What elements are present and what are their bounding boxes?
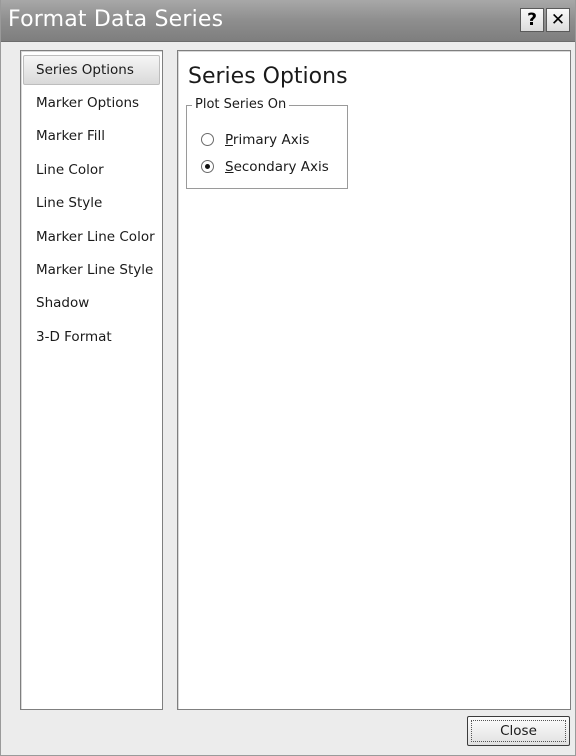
primary-axis-label[interactable]: Primary Axis xyxy=(225,130,309,150)
sidebar-item-line-color[interactable]: Line Color xyxy=(23,155,160,185)
close-button[interactable]: Close xyxy=(467,716,570,746)
sidebar-item-marker-line-style[interactable]: Marker Line Style xyxy=(23,255,160,285)
format-data-series-dialog: Format Data Series ? ✕ Series Options Ma… xyxy=(0,0,576,756)
sidebar-item-series-options[interactable]: Series Options xyxy=(23,55,160,85)
options-panel: Series Options Plot Series On Primary Ax… xyxy=(177,50,571,710)
secondary-axis-radio[interactable] xyxy=(201,160,214,173)
close-window-button[interactable]: ✕ xyxy=(546,8,570,32)
sidebar-item-marker-fill[interactable]: Marker Fill xyxy=(23,121,160,151)
group-legend: Plot Series On xyxy=(192,97,290,113)
sidebar-item-3d-format[interactable]: 3-D Format xyxy=(23,322,160,352)
sidebar-item-shadow[interactable]: Shadow xyxy=(23,288,160,318)
panel-title: Series Options xyxy=(188,64,348,89)
help-button[interactable]: ? xyxy=(520,8,544,32)
plot-series-on-group: Plot Series On Primary Axis Secondary Ax… xyxy=(186,97,348,189)
primary-axis-radio[interactable] xyxy=(201,133,214,146)
window-title: Format Data Series xyxy=(8,7,224,32)
category-list: Series Options Marker Options Marker Fil… xyxy=(20,50,163,710)
sidebar-item-line-style[interactable]: Line Style xyxy=(23,188,160,218)
title-bar[interactable]: Format Data Series ? ✕ xyxy=(1,0,575,42)
secondary-axis-label[interactable]: Secondary Axis xyxy=(225,157,329,177)
sidebar-item-marker-line-color[interactable]: Marker Line Color xyxy=(23,222,160,252)
sidebar-item-marker-options[interactable]: Marker Options xyxy=(23,88,160,118)
